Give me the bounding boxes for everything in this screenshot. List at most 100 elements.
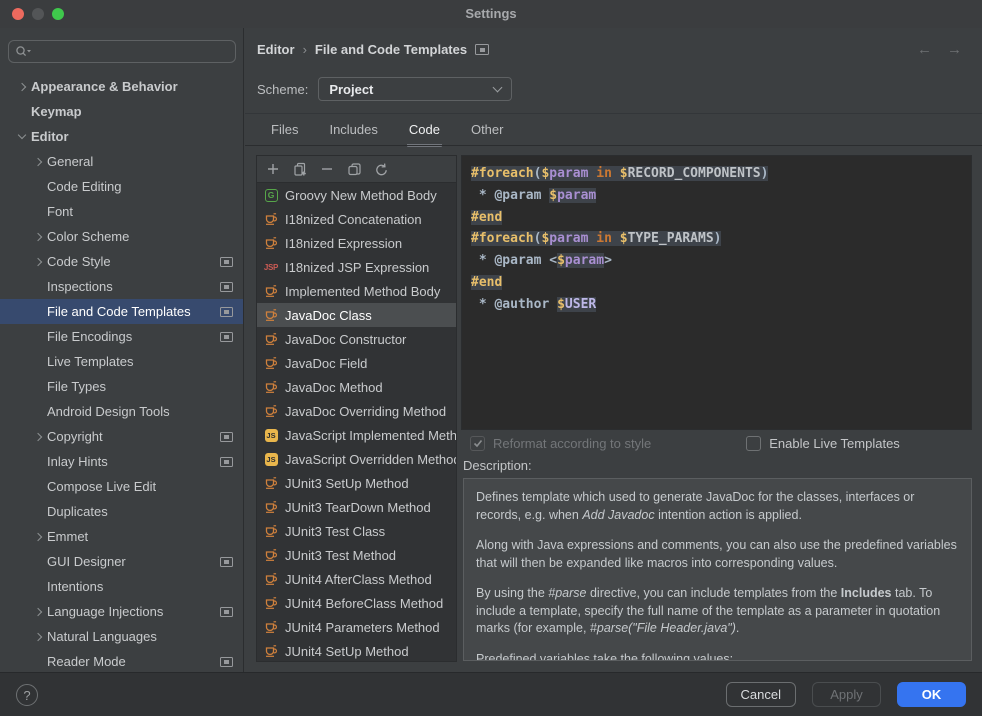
java-file-icon — [263, 356, 279, 370]
template-tabs: Files Includes Code Other — [269, 120, 505, 147]
forward-arrow-icon[interactable]: → — [947, 41, 962, 58]
sidebar-item-file-and-code-templates[interactable]: File and Code Templates — [0, 299, 243, 324]
template-item-junit4-afterclass-method[interactable]: JUnit4 AfterClass Method — [257, 567, 456, 591]
sidebar-item-inspections[interactable]: Inspections — [0, 274, 243, 299]
copy-template-button[interactable] — [346, 161, 362, 177]
sidebar-item-copyright[interactable]: Copyright — [0, 424, 243, 449]
search-icon — [15, 45, 32, 58]
help-button[interactable]: ? — [16, 684, 38, 706]
settings-search-field[interactable] — [8, 40, 236, 63]
separator — [245, 113, 982, 114]
template-item-junit3-teardown-method[interactable]: JUnit3 TearDown Method — [257, 495, 456, 519]
template-item-javadoc-field[interactable]: JavaDoc Field — [257, 351, 456, 375]
template-item-i18nized-concatenation[interactable]: I18nized Concatenation — [257, 207, 456, 231]
description-paragraph: Predefined variables take the following … — [476, 651, 959, 662]
chevron-right-icon[interactable] — [18, 82, 26, 90]
chevron-right-icon[interactable] — [34, 632, 42, 640]
search-input[interactable] — [32, 45, 229, 59]
template-item-label: JUnit4 BeforeClass Method — [285, 596, 443, 611]
sidebar-item-emmet[interactable]: Emmet — [0, 524, 243, 549]
reformat-checkbox[interactable] — [470, 436, 485, 451]
chevron-down-icon — [493, 83, 503, 93]
cancel-button[interactable]: Cancel — [726, 682, 796, 707]
sidebar-item-color-scheme[interactable]: Color Scheme — [0, 224, 243, 249]
sidebar-item-code-editing[interactable]: Code Editing — [0, 174, 243, 199]
sidebar-item-font[interactable]: Font — [0, 199, 243, 224]
sidebar-item-keymap[interactable]: Keymap — [0, 99, 243, 124]
template-item-javascript-overridden-method[interactable]: JSJavaScript Overridden Method — [257, 447, 456, 471]
java-file-icon — [263, 212, 279, 226]
chevron-right-icon[interactable] — [34, 532, 42, 540]
template-item-javadoc-method[interactable]: JavaDoc Method — [257, 375, 456, 399]
live-templates-checkbox[interactable] — [746, 436, 761, 451]
sidebar-item-live-templates[interactable]: Live Templates — [0, 349, 243, 374]
chevron-right-icon[interactable] — [34, 257, 42, 265]
scheme-value: Project — [329, 82, 373, 97]
sidebar-item-file-types[interactable]: File Types — [0, 374, 243, 399]
reset-to-default-button[interactable] — [373, 161, 389, 177]
sidebar-item-reader-mode[interactable]: Reader Mode — [0, 649, 243, 672]
apply-button[interactable]: Apply — [812, 682, 881, 707]
sidebar-item-language-injections[interactable]: Language Injections — [0, 599, 243, 624]
tab-code[interactable]: Code — [407, 120, 442, 147]
template-item-javadoc-overriding-method[interactable]: JavaDoc Overriding Method — [257, 399, 456, 423]
template-item-label: JavaDoc Class — [285, 308, 372, 323]
js-file-icon: JS — [263, 453, 279, 466]
tab-includes[interactable]: Includes — [327, 120, 379, 147]
add-template-button[interactable] — [265, 161, 281, 177]
template-item-junit3-test-class[interactable]: JUnit3 Test Class — [257, 519, 456, 543]
sidebar-item-label: Code Style — [47, 254, 111, 269]
sidebar-item-file-encodings[interactable]: File Encodings — [0, 324, 243, 349]
sidebar-item-label: File Encodings — [47, 329, 132, 344]
remove-template-button[interactable] — [319, 161, 335, 177]
template-item-junit3-test-method[interactable]: JUnit3 Test Method — [257, 543, 456, 567]
chevron-down-icon[interactable] — [18, 131, 26, 139]
breadcrumb-editor[interactable]: Editor — [257, 42, 295, 57]
tab-files[interactable]: Files — [269, 120, 300, 147]
per-project-settings-icon — [220, 607, 233, 617]
sidebar-item-android-design-tools[interactable]: Android Design Tools — [0, 399, 243, 424]
template-item-javadoc-class[interactable]: JavaDoc Class — [257, 303, 456, 327]
template-item-groovy-new-method-body[interactable]: GGroovy New Method Body — [257, 183, 456, 207]
enable-live-templates-option: Enable Live Templates — [746, 436, 900, 451]
scheme-dropdown[interactable]: Project — [318, 77, 512, 101]
sidebar-item-label: Live Templates — [47, 354, 133, 369]
tab-other[interactable]: Other — [469, 120, 506, 147]
description-text[interactable]: Defines template which used to generate … — [463, 478, 972, 661]
sidebar-item-label: File and Code Templates — [47, 304, 191, 319]
sidebar-item-natural-languages[interactable]: Natural Languages — [0, 624, 243, 649]
template-item-junit3-setup-method[interactable]: JUnit3 SetUp Method — [257, 471, 456, 495]
chevron-right-icon[interactable] — [34, 432, 42, 440]
sidebar-item-label: Reader Mode — [47, 654, 126, 669]
chevron-right-icon[interactable] — [34, 607, 42, 615]
template-item-javadoc-constructor[interactable]: JavaDoc Constructor — [257, 327, 456, 351]
sidebar-item-general[interactable]: General — [0, 149, 243, 174]
sidebar-item-editor[interactable]: Editor — [0, 124, 243, 149]
template-item-i18nized-expression[interactable]: I18nized Expression — [257, 231, 456, 255]
template-item-junit4-beforeclass-method[interactable]: JUnit4 BeforeClass Method — [257, 591, 456, 615]
java-file-icon — [263, 404, 279, 418]
sidebar-item-appearance-behavior[interactable]: Appearance & Behavior — [0, 74, 243, 99]
template-code-editor[interactable]: #foreach($param in $RECORD_COMPONENTS) *… — [461, 155, 972, 430]
per-project-settings-icon — [220, 557, 233, 567]
template-item-i18nized-jsp-expression[interactable]: JSPI18nized JSP Expression — [257, 255, 456, 279]
chevron-right-icon[interactable] — [34, 232, 42, 240]
sidebar-item-duplicates[interactable]: Duplicates — [0, 499, 243, 524]
code-line: #end — [471, 207, 971, 229]
sidebar-item-code-style[interactable]: Code Style — [0, 249, 243, 274]
create-from-template-button[interactable] — [292, 161, 308, 177]
sidebar-item-inlay-hints[interactable]: Inlay Hints — [0, 449, 243, 474]
chevron-right-icon[interactable] — [34, 157, 42, 165]
sidebar-item-label: Android Design Tools — [47, 404, 170, 419]
template-item-javascript-implemented-method[interactable]: JSJavaScript Implemented Method — [257, 423, 456, 447]
back-arrow-icon[interactable]: ← — [917, 41, 932, 58]
template-item-junit4-parameters-method[interactable]: JUnit4 Parameters Method — [257, 615, 456, 639]
sidebar-item-label: Appearance & Behavior — [31, 79, 178, 94]
template-item-junit4-setup-method[interactable]: JUnit4 SetUp Method — [257, 639, 456, 661]
ok-button[interactable]: OK — [897, 682, 966, 707]
sidebar-item-gui-designer[interactable]: GUI Designer — [0, 549, 243, 574]
sidebar-item-intentions[interactable]: Intentions — [0, 574, 243, 599]
template-item-label: JavaDoc Field — [285, 356, 367, 371]
sidebar-item-compose-live-edit[interactable]: Compose Live Edit — [0, 474, 243, 499]
template-item-implemented-method-body[interactable]: Implemented Method Body — [257, 279, 456, 303]
